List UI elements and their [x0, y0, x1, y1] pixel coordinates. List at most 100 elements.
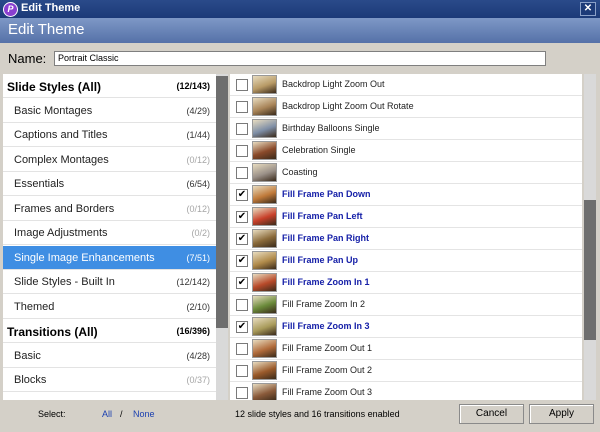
style-label: Celebration Single	[282, 145, 356, 155]
close-icon[interactable]: ✕	[580, 2, 596, 16]
category-heading[interactable]: Slide Styles (All) (12/143)	[3, 74, 216, 98]
select-none-link[interactable]: None	[133, 409, 155, 419]
style-thumbnail	[252, 317, 277, 336]
category-label: Slide Styles (All)	[7, 80, 102, 94]
select-all-link[interactable]: All	[102, 409, 112, 419]
style-checkbox[interactable]	[236, 123, 248, 135]
category-scrollbar[interactable]	[216, 74, 228, 400]
style-item[interactable]: Coasting	[230, 162, 582, 184]
panel-splitter[interactable]	[216, 74, 230, 400]
category-item[interactable]: Essentials (6/54)	[3, 172, 216, 196]
style-checkbox[interactable]: ✔	[236, 255, 248, 267]
category-scrollbar-thumb[interactable]	[216, 76, 228, 328]
style-thumbnail	[252, 75, 277, 94]
style-thumbnail	[252, 163, 277, 182]
style-checkbox[interactable]: ✔	[236, 189, 248, 201]
style-checkbox[interactable]: ✔	[236, 211, 248, 223]
dialog-header: Edit Theme	[0, 18, 600, 43]
category-item[interactable]: Frames and Borders (0/12)	[3, 197, 216, 221]
style-checkbox[interactable]	[236, 79, 248, 91]
style-item[interactable]: ✔ Fill Frame Zoom In 1	[230, 272, 582, 294]
category-count: (0/12)	[186, 203, 210, 214]
style-label: Fill Frame Zoom Out 1	[282, 343, 373, 353]
category-label: Essentials	[14, 178, 65, 190]
style-thumbnail	[252, 295, 277, 314]
style-label: Fill Frame Pan Left	[282, 211, 363, 221]
style-label: Birthday Balloons Single	[282, 123, 380, 133]
style-scrollbar-thumb[interactable]	[584, 200, 596, 340]
style-item[interactable]: Celebration Single	[230, 140, 582, 162]
style-item[interactable]: Fill Frame Zoom Out 1	[230, 338, 582, 360]
category-label: Complex Montages	[14, 153, 109, 166]
style-checkbox[interactable]	[236, 365, 248, 377]
style-thumbnail	[252, 97, 277, 116]
style-thumbnail	[252, 273, 277, 292]
category-item[interactable]: Themed (2/10)	[3, 295, 216, 319]
style-item[interactable]: Fill Frame Zoom In 2	[230, 294, 582, 316]
name-input[interactable]: Portrait Classic	[54, 51, 546, 66]
category-count: (7/51)	[186, 252, 210, 263]
style-label: Fill Frame Zoom In 1	[282, 277, 370, 287]
style-thumbnail	[252, 251, 277, 270]
category-count: (6/54)	[186, 179, 210, 189]
style-label: Fill Frame Zoom In 3	[282, 321, 370, 331]
style-checkbox[interactable]: ✔	[236, 233, 248, 245]
category-item[interactable]: Single Image Enhancements (7/51)	[3, 245, 216, 270]
style-thumbnail	[252, 185, 277, 204]
style-scrollbar[interactable]	[584, 74, 596, 400]
category-item[interactable]: Captions and Titles (1/44)	[3, 123, 216, 147]
style-item[interactable]: ✔ Fill Frame Pan Down	[230, 184, 582, 206]
window-title: Edit Theme	[21, 2, 81, 14]
title-bar: P Edit Theme ✕	[0, 0, 600, 18]
category-item[interactable]: Complex Montages (0/12)	[3, 148, 216, 172]
cancel-button[interactable]: Cancel	[459, 404, 524, 424]
category-count: (12/143)	[176, 81, 210, 91]
select-label: Select:	[38, 409, 66, 419]
style-item[interactable]: ✔ Fill Frame Pan Left	[230, 206, 582, 228]
style-label: Fill Frame Zoom Out 2	[282, 365, 373, 375]
style-item[interactable]: Backdrop Light Zoom Out Rotate	[230, 96, 582, 118]
category-item[interactable]: Basic (4/28)	[3, 344, 216, 368]
style-checkbox[interactable]	[236, 299, 248, 311]
category-label: Basic Montages	[14, 104, 93, 117]
style-checkbox[interactable]	[236, 145, 248, 157]
style-item[interactable]: Birthday Balloons Single	[230, 118, 582, 140]
style-thumbnail	[252, 383, 277, 400]
name-label: Name:	[8, 51, 47, 66]
status-text: 12 slide styles and 16 transitions enabl…	[235, 409, 400, 419]
style-label: Fill Frame Pan Right	[282, 233, 370, 243]
style-checkbox[interactable]: ✔	[236, 321, 248, 333]
style-label: Fill Frame Zoom Out 3	[282, 387, 373, 397]
style-item[interactable]: Fill Frame Zoom Out 3	[230, 382, 582, 400]
style-item[interactable]: ✔ Fill Frame Pan Up	[230, 250, 582, 272]
category-count: (16/396)	[176, 326, 210, 336]
style-thumbnail	[252, 119, 277, 138]
style-label: Fill Frame Pan Down	[282, 189, 371, 199]
apply-button[interactable]: Apply	[529, 404, 594, 424]
style-checkbox[interactable]	[236, 343, 248, 355]
category-heading[interactable]: Transitions (All) (16/396)	[3, 319, 216, 343]
style-thumbnail	[252, 207, 277, 226]
style-checkbox[interactable]	[236, 101, 248, 113]
name-row: Name: Portrait Classic	[0, 43, 600, 73]
category-label: Single Image Enhancements	[14, 251, 155, 264]
category-count: (0/37)	[186, 375, 210, 385]
style-checkbox[interactable]	[236, 167, 248, 179]
category-label: Frames and Borders	[14, 202, 115, 215]
category-item[interactable]: Blocks (0/37)	[3, 368, 216, 392]
style-checkbox[interactable]	[236, 387, 248, 399]
style-thumbnail	[252, 339, 277, 358]
category-item[interactable]: Image Adjustments (0/2)	[3, 221, 216, 245]
style-item[interactable]: Backdrop Light Zoom Out	[230, 74, 582, 96]
category-label: Image Adjustments	[14, 227, 108, 239]
category-item[interactable]: Basic Montages (4/29)	[3, 99, 216, 123]
style-checkbox[interactable]: ✔	[236, 277, 248, 289]
category-item[interactable]: Slide Styles - Built In (12/142)	[3, 270, 216, 294]
category-count: (1/44)	[186, 130, 210, 140]
style-item[interactable]: ✔ Fill Frame Pan Right	[230, 228, 582, 250]
category-label: Slide Styles - Built In	[14, 276, 115, 288]
style-item[interactable]: Fill Frame Zoom Out 2	[230, 360, 582, 382]
style-item[interactable]: ✔ Fill Frame Zoom In 3	[230, 316, 582, 338]
category-count: (4/28)	[186, 350, 210, 361]
category-count: (0/2)	[191, 228, 210, 238]
